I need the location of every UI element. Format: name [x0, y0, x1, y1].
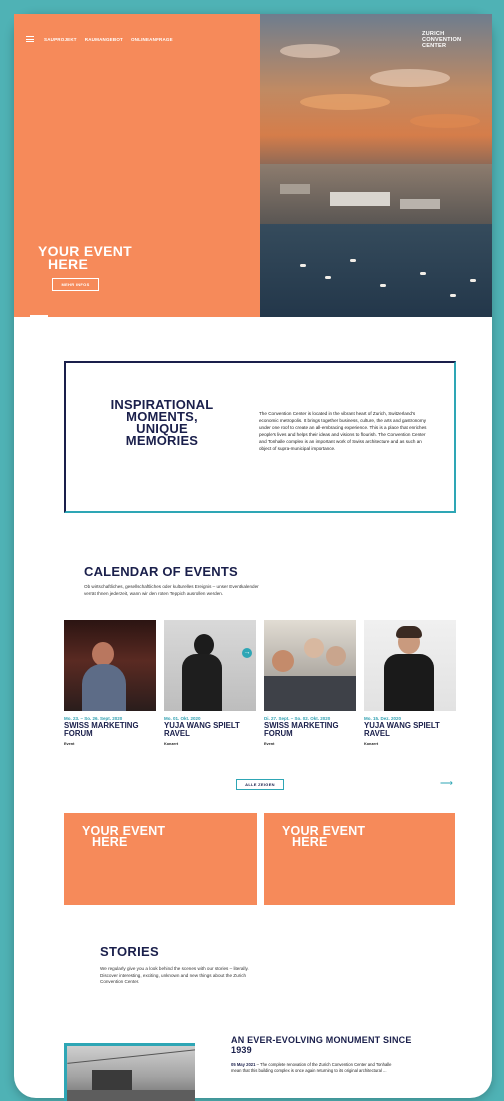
story-date: 05 May 2021: [231, 1062, 256, 1067]
nav-item-bauprojekt[interactable]: SAUPROJEKT: [44, 37, 77, 42]
event-image: →: [164, 620, 256, 711]
story-excerpt-text: – The complete renovation of the Zurich …: [231, 1062, 392, 1073]
event-name[interactable]: SWISS MARKETING FORUM: [64, 722, 156, 738]
event-name[interactable]: SWISS MARKETING FORUM: [264, 722, 356, 738]
site-logo[interactable]: ZURICH CONVENTION CENTER: [422, 31, 461, 49]
nav-item-raumangebot[interactable]: RAUMANGEBOT: [85, 37, 123, 42]
stories-description: We regularly give you a look behind the …: [100, 966, 249, 985]
intro-title-line: MEMORIES: [125, 433, 199, 448]
intro-text: The Convention Center is located in the …: [259, 411, 427, 451]
nav-item-onlineanfrage[interactable]: ONLINEANFRAGE: [131, 37, 173, 42]
menu-icon[interactable]: [26, 36, 34, 42]
more-info-button[interactable]: MEHR INFOS: [52, 278, 99, 291]
event-image: [364, 620, 456, 711]
calendar-description: Ob wirtschaftliches, gesellschaftliches …: [84, 584, 259, 596]
stories-title: STORIES: [100, 944, 159, 959]
event-category: Event: [64, 741, 75, 746]
event-category: Konzert: [164, 741, 179, 746]
event-card[interactable]: Di. 27. Sept. – So. 02. Okt. 2020 SWISS …: [264, 620, 356, 746]
event-card[interactable]: Mo. 23. – So. 26. Sept. 2020 SWISS MARKE…: [64, 620, 156, 746]
event-card[interactable]: Mo. 15. Dez. 2020 YUJA WANG SPIELT RAVEL…: [364, 620, 456, 746]
event-category: Konzert: [364, 741, 379, 746]
promo-title-line2: HERE: [92, 835, 128, 849]
event-name[interactable]: YUJA WANG SPIELT RAVEL: [364, 722, 456, 738]
hero-title-line2: HERE: [48, 256, 89, 272]
hero-title: YOUR EVENT HERE: [38, 244, 132, 272]
intro-title: INSPIRATIONAL MOMENTS, UNIQUE MEMORIES: [96, 398, 228, 448]
story-title[interactable]: AN EVER-EVOLVING MONUMENT SINCE 1939: [231, 1035, 421, 1055]
card-arrow-icon[interactable]: →: [242, 648, 252, 658]
top-navigation: SAUPROJEKT RAUMANGEBOT ONLINEANFRAGE: [26, 36, 177, 42]
story-excerpt: 05 May 2021 – The complete renovation of…: [231, 1062, 401, 1074]
event-image: [64, 620, 156, 711]
show-all-button[interactable]: ALLE ZEIGEN: [236, 779, 284, 790]
logo-line: CENTER: [422, 43, 447, 49]
next-arrow-icon[interactable]: ⟶: [440, 779, 453, 788]
story-image[interactable]: [64, 1043, 195, 1101]
event-card[interactable]: → Mo. 01. Okt. 2020 YUJA WANG SPIELT RAV…: [164, 620, 256, 746]
promo-box[interactable]: YOUR EVENT HERE: [264, 813, 455, 905]
hero-city-photo: [260, 14, 492, 317]
event-category: Event: [264, 741, 275, 746]
promo-title-line2: HERE: [292, 835, 328, 849]
promo-box[interactable]: YOUR EVENT HERE: [64, 813, 257, 905]
hero-indicator: [30, 315, 48, 317]
calendar-title: CALENDAR OF EVENTS: [84, 564, 238, 579]
event-image: [264, 620, 356, 711]
event-name[interactable]: YUJA WANG SPIELT RAVEL: [164, 722, 256, 738]
